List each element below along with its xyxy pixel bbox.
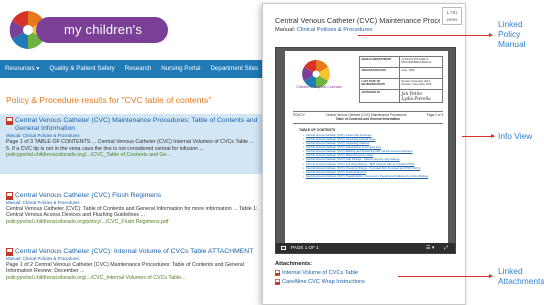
viewer-toolbar: PAGE 1 OF 1 ☰ ▾ ⤢ <box>276 243 455 253</box>
policy-subtitle: Table of Contents and General Informatio… <box>335 117 401 122</box>
linked-policy-manual-link[interactable]: Clinical Policies & Procedures <box>297 27 373 33</box>
arrow-to-attachments-label <box>398 274 493 278</box>
hospital-logo-icon <box>302 60 330 88</box>
search-result-item[interactable]: Central Venous Catheter (CVC) Flush Regi… <box>0 192 262 236</box>
doc-table-value: Review: December 2014; Revision: Novembe… <box>399 78 443 90</box>
search-result-item[interactable]: Central Venous Catheter (CVC): Internal … <box>0 248 262 298</box>
nav-item-nursing-portal[interactable]: Nursing Portal <box>156 60 205 78</box>
annotation-line: Policy <box>498 29 521 40</box>
doc-table-value: June, 1999 <box>399 67 443 79</box>
document-viewer[interactable]: Children's Hospital Colorado MANUAL/DEPA… <box>275 47 456 254</box>
viewer-menu-icon[interactable]: ☰ ▾ <box>426 243 434 253</box>
search-result-item[interactable]: Central Venous Catheter (CVC) Maintenanc… <box>0 114 262 174</box>
attachment-label[interactable]: Internal Volume of CVCs Table <box>282 270 358 276</box>
views-counter: 1,781 views <box>442 7 462 25</box>
search-results-page: my children's colorado Resources ▾ Quali… <box>0 0 262 305</box>
main-navigation: Resources ▾ Quality & Patient Safety Res… <box>0 60 262 78</box>
doc-policy-header: POLICY: Central Venous Catheter (CVC) Ma… <box>293 111 443 124</box>
result-snippet: Page 1 of 3 TABLE OF CONTENTS ... Centra… <box>6 139 254 152</box>
attachment-link[interactable]: CareAline CVC Wrap Instructions <box>275 279 365 285</box>
page-indicator: PAGE 1 OF 1 <box>291 245 319 250</box>
pdf-icon <box>6 248 13 256</box>
views-label: views <box>446 17 458 22</box>
attachment-label[interactable]: CareAline CVC Wrap Instructions <box>282 279 365 285</box>
result-title[interactable]: Central Venous Catheter (CVC): Internal … <box>15 248 253 256</box>
manual-prefix: Manual: <box>275 27 296 33</box>
result-url[interactable]: policyportal.childrenscolorado.org/.../C… <box>6 152 258 159</box>
doc-table-key: MANUAL/DEPARTMENT <box>359 56 400 68</box>
brand-name: my children's colorado <box>36 17 168 63</box>
annotation-line: Attachments <box>498 276 544 287</box>
info-view-panel: Central Venous Catheter (CVC) Maintenanc… <box>262 3 466 305</box>
result-title-link[interactable]: Central Venous Catheter (CVC) Flush Regi… <box>6 192 258 200</box>
result-url[interactable]: policyportal.childrenscolorado.org/.../C… <box>6 275 258 282</box>
policy-label: POLICY: <box>293 113 306 118</box>
nav-item-research[interactable]: Research <box>120 60 156 78</box>
attachment-link[interactable]: Internal Volume of CVCs Table <box>275 270 358 276</box>
result-title[interactable]: Central Venous Catheter (CVC) Maintenanc… <box>15 117 258 133</box>
annotation-line: Linked <box>498 19 523 29</box>
arrow-to-manual-label <box>358 33 493 37</box>
attachments-heading: Attachments: <box>275 261 313 267</box>
policy-page: Page 1 of 3 <box>426 113 443 118</box>
nav-item-resources[interactable]: Resources ▾ <box>0 60 44 78</box>
annotation-linked-policy-manual: Linked Policy Manual <box>498 19 525 50</box>
result-title[interactable]: Central Venous Catheter (CVC) Flush Regi… <box>15 192 161 200</box>
pdf-icon <box>6 117 13 125</box>
annotation-line: Linked <box>498 266 523 276</box>
annotation-linked-attachments: Linked Attachments <box>498 266 544 286</box>
toc-link[interactable]: Central Venous Catheter (CVC): Hepariniz… <box>303 175 445 179</box>
pdf-icon <box>275 270 280 276</box>
annotation-line: Manual <box>498 39 526 50</box>
expand-icon[interactable]: ⤢ <box>444 243 448 253</box>
site-header: my children's colorado <box>0 0 262 63</box>
site-logo[interactable]: my children's colorado <box>6 6 168 63</box>
pdf-icon <box>6 192 13 200</box>
panel-manual-row: Manual: Clinical Policies & Procedures <box>275 27 372 33</box>
doc-header-table: MANUAL/DEPARTMENT CLINICAL POLICIES & PRO… <box>359 56 443 104</box>
thumbnail-grid-icon[interactable] <box>281 246 286 250</box>
pdf-icon <box>275 279 280 285</box>
result-url[interactable]: policyportal.childrenscolorado.org/polic… <box>6 219 258 226</box>
panel-title: Central Venous Catheter (CVC) Maintenanc… <box>275 16 440 25</box>
result-title-link[interactable]: Central Venous Catheter (CVC): Internal … <box>6 248 258 256</box>
table-of-contents: Central Venous Catheter (CVC): Action wi… <box>303 134 445 179</box>
result-snippet: Central Venous Catheter (CVC): Table of … <box>6 205 258 219</box>
doc-table-key: ORIGINATION DATE <box>359 67 400 79</box>
toc-heading: TABLE OF CONTENTS <box>299 128 336 132</box>
doc-table-key: APPROVED BY <box>359 88 400 104</box>
doc-table-key: LAST DATE OF REVIEW/REVISION <box>359 78 400 90</box>
arrow-to-info-view-label <box>462 134 495 138</box>
results-title: Policy & Procedure results for "CVC tabl… <box>6 95 212 105</box>
doc-org-name: Children's Hospital Colorado <box>296 85 342 89</box>
nav-item-department-sites[interactable]: Department Sites <box>205 60 262 78</box>
doc-signatures: Jan Petito Lydia Pierella <box>399 88 443 104</box>
doc-table-value: CLINICAL POLICIES & PROCEDURES MANUAL <box>399 56 443 68</box>
result-title-link[interactable]: Central Venous Catheter (CVC) Maintenanc… <box>6 117 258 133</box>
nav-item-quality[interactable]: Quality & Patient Safety <box>44 60 119 78</box>
signature: Lydia Pierella <box>401 96 431 102</box>
result-snippet: Page 1 of 2 Central Venous Catheter (CVC… <box>6 261 244 275</box>
document-page: Children's Hospital Colorado MANUAL/DEPA… <box>285 51 448 244</box>
views-count: 1,781 <box>446 10 458 15</box>
annotation-info-view: Info View <box>498 131 533 141</box>
